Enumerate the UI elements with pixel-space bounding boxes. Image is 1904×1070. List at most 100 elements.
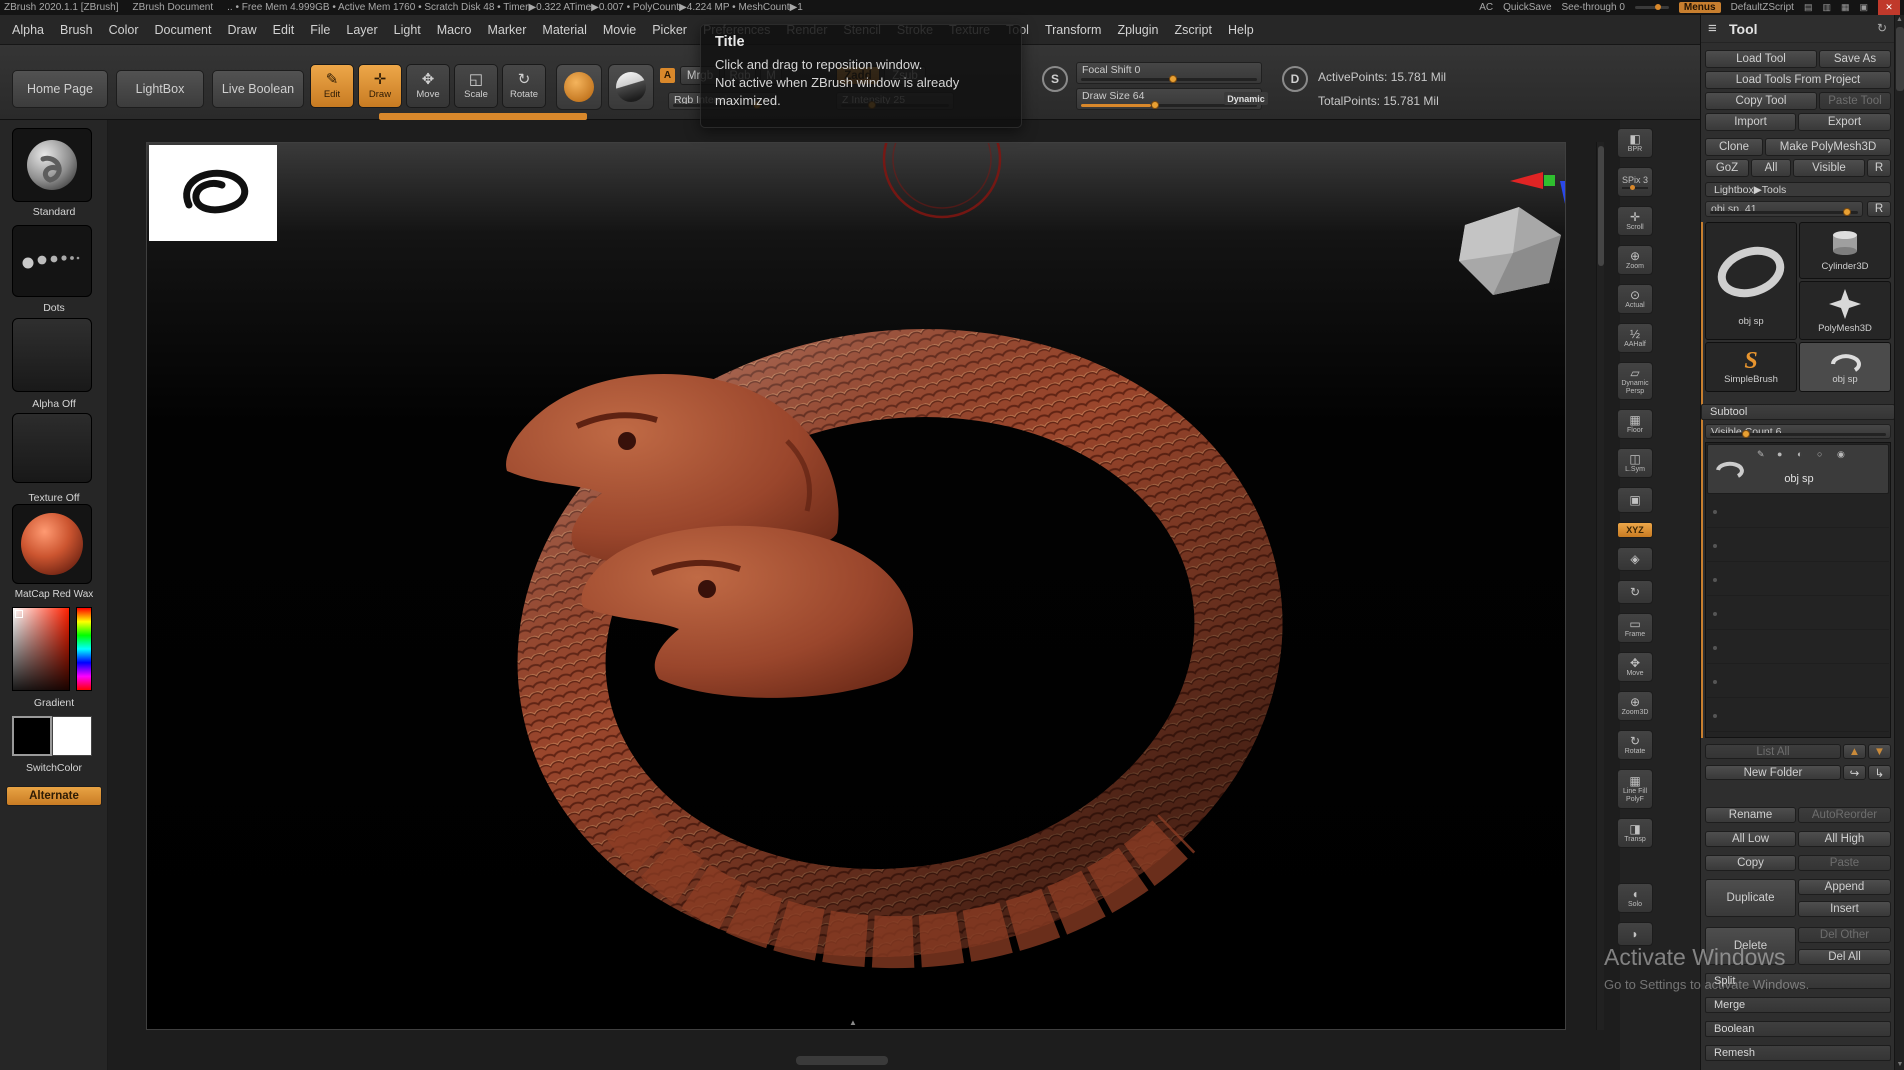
subtool-empty-slot[interactable]	[1707, 530, 1889, 562]
duplicate-button[interactable]: Duplicate	[1705, 879, 1796, 917]
color-picker-square[interactable]	[12, 607, 70, 691]
half-visibility-icon[interactable]: ◐	[1797, 449, 1802, 459]
split-section-header[interactable]: Split	[1705, 973, 1891, 989]
layout-icon-2[interactable]: ▥	[1822, 2, 1831, 13]
transparency-button[interactable]: ◨ Transp	[1617, 818, 1653, 848]
default-zscript-button[interactable]: DefaultZScript	[1731, 2, 1794, 13]
color-picker-cursor[interactable]	[15, 610, 23, 618]
list-all-button[interactable]: List All	[1705, 744, 1841, 759]
rotate-mode-button[interactable]: ↻ Rotate	[502, 64, 546, 108]
eye-solid-icon[interactable]: ●	[1777, 449, 1782, 459]
all-high-button[interactable]: All High	[1798, 831, 1891, 847]
visible-count-knob[interactable]	[1741, 430, 1750, 438]
zoom-button[interactable]: ⊕ Zoom	[1617, 245, 1653, 275]
move-3d-button[interactable]: ✥ Move	[1617, 652, 1653, 682]
xyz-symmetry-button[interactable]: XYZ	[1617, 522, 1653, 538]
scroll-button[interactable]: ✛ Scroll	[1617, 206, 1653, 236]
draw-size-knob[interactable]	[1151, 101, 1160, 109]
current-texture-thumb[interactable]	[12, 413, 92, 483]
lightbox-button[interactable]: LightBox	[116, 70, 204, 108]
folder-redo-button[interactable]: ↪	[1843, 765, 1866, 780]
goz-r-button[interactable]: R	[1867, 159, 1891, 177]
solo-button[interactable]: ◖ Solo	[1617, 883, 1653, 913]
dock-divider-arrow[interactable]: ▲	[849, 1018, 857, 1027]
lightbox-tools-bar[interactable]: Lightbox▶Tools	[1705, 182, 1891, 197]
live-boolean-button[interactable]: Live Boolean	[212, 70, 304, 108]
folder-branch-button[interactable]: ↳	[1868, 765, 1891, 780]
menu-marker[interactable]: Marker	[480, 15, 535, 45]
layout-icon-3[interactable]: ▦	[1841, 2, 1850, 13]
menu-file[interactable]: File	[302, 15, 338, 45]
goz-button[interactable]: GoZ	[1705, 159, 1749, 177]
hamburger-icon[interactable]: ≡	[1708, 20, 1717, 37]
paste-tool-button[interactable]: Paste Tool	[1819, 92, 1891, 110]
menu-alpha[interactable]: Alpha	[4, 15, 52, 45]
active-tool-slider[interactable]: obj sp. 41	[1705, 201, 1863, 217]
active-tool-r-button[interactable]: R	[1867, 201, 1891, 217]
subtool-copy-button[interactable]: Copy	[1705, 855, 1796, 871]
canvas-area[interactable]: ▲	[108, 120, 1620, 1070]
menu-draw[interactable]: Draw	[220, 15, 265, 45]
del-other-button[interactable]: Del Other	[1798, 927, 1891, 943]
subtool-up-button[interactable]: ▲	[1843, 744, 1866, 759]
load-tool-button[interactable]: Load Tool	[1705, 50, 1817, 68]
ghost-transp-button[interactable]: ◗	[1617, 922, 1653, 946]
sculptris-pro-toggle[interactable]: S	[1042, 66, 1068, 92]
quicksave-button[interactable]: QuickSave	[1503, 2, 1551, 13]
current-brush-thumb[interactable]	[12, 128, 92, 202]
new-folder-button[interactable]: New Folder	[1705, 765, 1841, 780]
home-page-button[interactable]: Home Page	[12, 70, 108, 108]
spin-button[interactable]: ↻	[1617, 580, 1653, 604]
actual-button[interactable]: ⊙ Actual	[1617, 284, 1653, 314]
goz-visible-button[interactable]: Visible	[1793, 159, 1865, 177]
canvas-vscroll-thumb[interactable]	[1598, 146, 1604, 266]
menu-material[interactable]: Material	[534, 15, 594, 45]
scroll-down-arrow[interactable]: ▼	[1895, 1060, 1904, 1070]
merge-section-header[interactable]: Merge	[1705, 997, 1891, 1013]
subtool-down-button[interactable]: ▼	[1868, 744, 1891, 759]
menu-edit[interactable]: Edit	[265, 15, 303, 45]
subtool-empty-slot[interactable]	[1707, 632, 1889, 664]
tool-thumb-simplebrush[interactable]: S SimpleBrush	[1705, 342, 1797, 392]
scroll-up-arrow[interactable]: ▲	[1895, 15, 1904, 25]
menu-help[interactable]: Help	[1220, 15, 1262, 45]
active-tool-knob[interactable]	[1843, 208, 1852, 216]
autoreorder-button[interactable]: AutoReorder	[1798, 807, 1891, 823]
menu-zscript[interactable]: Zscript	[1166, 15, 1220, 45]
subtool-empty-slot[interactable]	[1707, 598, 1889, 630]
focal-shift-knob[interactable]	[1169, 75, 1177, 83]
load-tools-from-project-button[interactable]: Load Tools From Project	[1705, 71, 1891, 89]
bpr-button[interactable]: ◧ BPR	[1617, 128, 1653, 158]
import-button[interactable]: Import	[1705, 113, 1796, 131]
gyro-button[interactable]: ◈	[1617, 547, 1653, 571]
edit-mode-button[interactable]: ✎ Edit	[310, 64, 354, 108]
goz-all-button[interactable]: All	[1751, 159, 1791, 177]
tool-thumb-objsp[interactable]: obj sp	[1705, 222, 1797, 340]
export-button[interactable]: Export	[1798, 113, 1891, 131]
canvas-vertical-scrollbar[interactable]	[1596, 142, 1604, 1030]
zoom-3d-button[interactable]: ⊕ Zoom3D	[1617, 691, 1653, 721]
see-through-slider[interactable]	[1634, 4, 1669, 10]
alternate-button[interactable]: Alternate	[6, 786, 102, 806]
layout-icon-4[interactable]: ▣	[1859, 2, 1868, 13]
close-button[interactable]: ✕	[1878, 0, 1900, 15]
frame-button[interactable]: ▭ Frame	[1617, 613, 1653, 643]
menu-picker[interactable]: Picker	[644, 15, 695, 45]
rename-button[interactable]: Rename	[1705, 807, 1796, 823]
visible-count-slider[interactable]: Visible Count 6	[1705, 424, 1891, 439]
clone-button[interactable]: Clone	[1705, 138, 1763, 156]
dynamic-persp-button[interactable]: ▱ Dynamic Persp	[1617, 362, 1653, 400]
subtool-paste-button[interactable]: Paste	[1798, 855, 1891, 871]
dragon-ring-model[interactable]	[147, 143, 1566, 1030]
spix-knob[interactable]	[1630, 184, 1635, 190]
subtool-section-header[interactable]: Subtool	[1701, 404, 1895, 420]
menus-toggle[interactable]: Menus	[1678, 2, 1721, 13]
tool-palette-header[interactable]: ≡ Tool ↻	[1701, 15, 1895, 43]
focal-shift-slider[interactable]: Focal Shift 0	[1076, 62, 1262, 84]
menu-macro[interactable]: Macro	[429, 15, 480, 45]
current-material-thumb[interactable]	[12, 504, 92, 584]
tool-thumb-polymesh3d[interactable]: PolyMesh3D	[1799, 281, 1891, 340]
spix-slider[interactable]: SPix 3	[1617, 167, 1653, 197]
make-polymesh3d-button[interactable]: Make PolyMesh3D	[1765, 138, 1891, 156]
save-as-button[interactable]: Save As	[1819, 50, 1891, 68]
